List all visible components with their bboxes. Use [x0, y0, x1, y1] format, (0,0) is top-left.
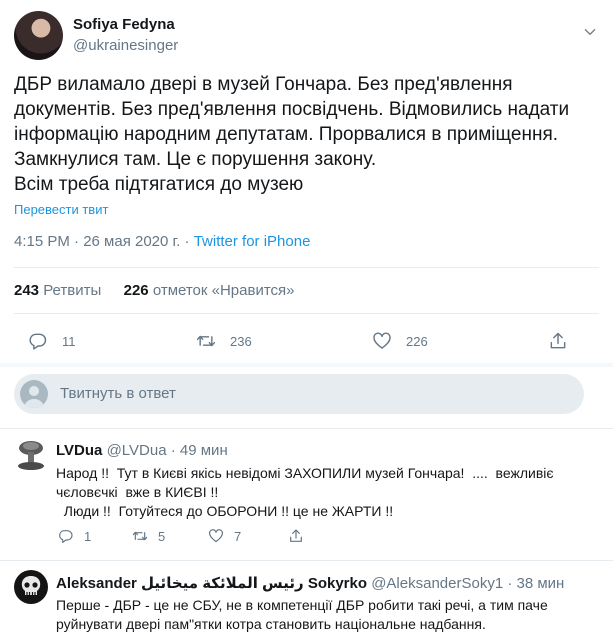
reply-count: 1 — [84, 528, 92, 544]
reply-actions: 1 5 7 — [56, 528, 356, 548]
author-handle[interactable]: @ukrainesinger — [73, 37, 178, 54]
tweet-timestamp[interactable]: 4:15 PM · 26 мая 2020 г. — [14, 233, 180, 250]
reply-button[interactable]: 11 — [28, 326, 76, 356]
heart-icon — [373, 332, 391, 349]
like-count: 7 — [234, 528, 242, 544]
retweet-button[interactable]: 5 — [132, 528, 165, 544]
reply-placeholder: Твитнуть в ответ — [60, 385, 176, 402]
divider — [0, 560, 613, 561]
reply-header: LVDua @LVDua · 49 мин — [56, 442, 228, 459]
reply-text: Перше - ДБР - це не СБУ, не в компетенці… — [56, 597, 548, 632]
reply-header: Aleksander رئيس الملائكة ميخائيل Sokyrko… — [56, 574, 564, 592]
author-avatar[interactable] — [14, 11, 63, 60]
tweet-text-line: Всім треба підтягатися до музею — [14, 174, 304, 195]
reply-button[interactable]: 1 — [58, 528, 91, 544]
engagement-stats: 243 Ретвиты 226 отметок «Нравится» — [14, 282, 295, 299]
likes-label: отметок «Нравится» — [152, 282, 295, 299]
reply-avatar[interactable] — [14, 438, 48, 472]
heart-icon — [209, 529, 223, 543]
retweet-icon — [196, 335, 216, 347]
tweet-source[interactable]: Twitter for iPhone — [194, 233, 311, 250]
reply-tweet[interactable]: LVDua @LVDua · 49 мин Народ !! Тут в Киє… — [0, 430, 613, 560]
likes-stat[interactable]: 226 отметок «Нравится» — [124, 282, 295, 299]
share-button[interactable] — [548, 326, 582, 356]
tweet-actions: 11 236 226 — [0, 326, 613, 356]
tweet-meta: 4:15 PM · 26 мая 2020 г. · Twitter for i… — [14, 233, 310, 250]
tweet-text: ДБР виламало двері в музей Гончара. Без … — [14, 72, 594, 197]
tweet-text-line: Замкнулися там. Це є порушення закону. — [14, 149, 377, 170]
default-avatar-icon — [24, 386, 44, 408]
share-icon — [550, 332, 566, 349]
reply-tweet[interactable]: Aleksander رئيس الملائكة ميخائيل Sokyrko… — [0, 562, 613, 640]
section-gap — [0, 363, 613, 367]
tweet-text-line: інформацію народним депутатам. Прорвалис… — [14, 124, 559, 145]
tweet-text-line: ДБР виламало двері в музей Гончара. Без … — [14, 74, 513, 95]
reply-count: 11 — [62, 333, 76, 349]
retweets-label: Ретвиты — [43, 282, 102, 299]
reply-icon — [29, 333, 47, 350]
reply-time[interactable]: · 49 мин — [171, 442, 228, 459]
reply-avatar[interactable] — [14, 570, 48, 604]
tweet-text-line: документів. Без пред'явлення посвідчень.… — [14, 99, 570, 120]
like-button[interactable]: 226 — [372, 326, 428, 356]
reply-composer[interactable]: Твитнуть в ответ — [14, 374, 584, 414]
reply-author-name[interactable]: Aleksander رئيس الملائكة ميخائيل Sokyrko — [56, 575, 367, 592]
likes-count: 226 — [123, 282, 149, 299]
retweets-stat[interactable]: 243 Ретвиты — [14, 282, 101, 299]
retweet-count: 5 — [158, 528, 166, 544]
retweet-button[interactable]: 236 — [196, 326, 252, 356]
reply-author-handle[interactable]: @LVDua — [107, 442, 167, 459]
author-name[interactable]: Sofiya Fedyna — [73, 16, 175, 33]
divider — [0, 428, 613, 429]
retweets-count: 243 — [14, 282, 40, 299]
meta-separator: · — [184, 233, 194, 250]
retweet-count: 236 — [230, 333, 252, 349]
reply-author-name[interactable]: LVDua — [56, 442, 102, 459]
user-avatar — [20, 380, 48, 408]
share-button[interactable] — [288, 528, 314, 544]
skull-icon — [21, 576, 41, 595]
share-icon — [290, 529, 302, 542]
divider — [14, 267, 599, 268]
tweet-header: Sofiya Fedyna @ukrainesinger — [14, 11, 599, 63]
reply-author-handle[interactable]: @AleksanderSoky1 — [371, 575, 503, 592]
translate-link[interactable]: Перевести твит — [14, 202, 108, 217]
reply-text: Народ !! Тут в Києві якісь невідомі ЗАХО… — [56, 465, 554, 519]
chevron-down-icon[interactable] — [583, 25, 597, 39]
reply-time[interactable]: · 38 мин — [507, 575, 564, 592]
like-count: 226 — [406, 333, 428, 349]
mushroom-cloud-icon — [18, 441, 44, 470]
divider — [14, 313, 599, 314]
reply-icon — [59, 530, 73, 543]
like-button[interactable]: 7 — [208, 528, 241, 544]
retweet-icon — [132, 531, 148, 541]
